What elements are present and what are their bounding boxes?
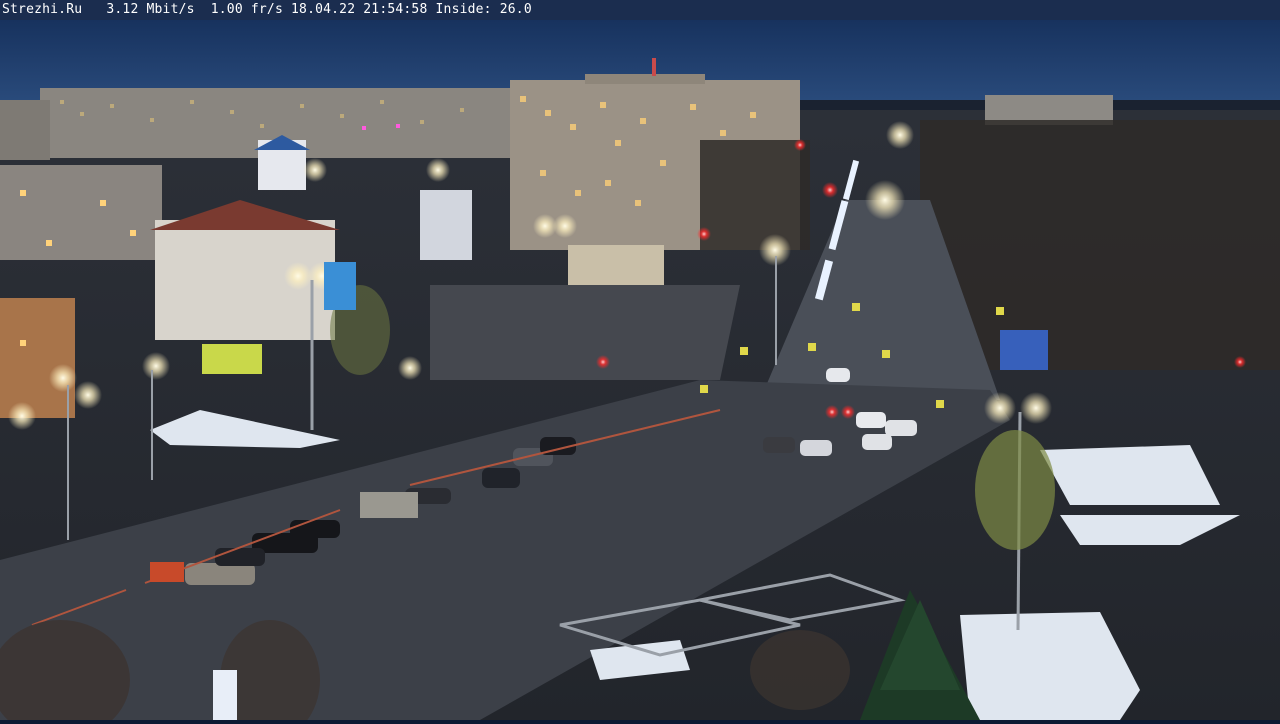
frame-rate: 1.00 fr/s — [210, 2, 283, 17]
site-name: Strezhi.Ru — [2, 2, 83, 17]
camera-osd-bar: Strezhi.Ru 3.12 Mbit/s 1.00 fr/s 18.04.2… — [0, 0, 1280, 20]
inside-label: Inside: — [435, 2, 492, 17]
time: 21:54:58 — [363, 2, 428, 17]
bitrate: 3.12 Mbit/s — [106, 2, 195, 17]
camera-osd-text: Strezhi.Ru 3.12 Mbit/s 1.00 fr/s 18.04.2… — [2, 1, 532, 18]
inside-value: 26.0 — [499, 2, 532, 17]
street-scene — [0, 20, 1280, 724]
webcam-frame — [0, 0, 1280, 724]
date: 18.04.22 — [291, 2, 356, 17]
plaza — [430, 285, 740, 380]
